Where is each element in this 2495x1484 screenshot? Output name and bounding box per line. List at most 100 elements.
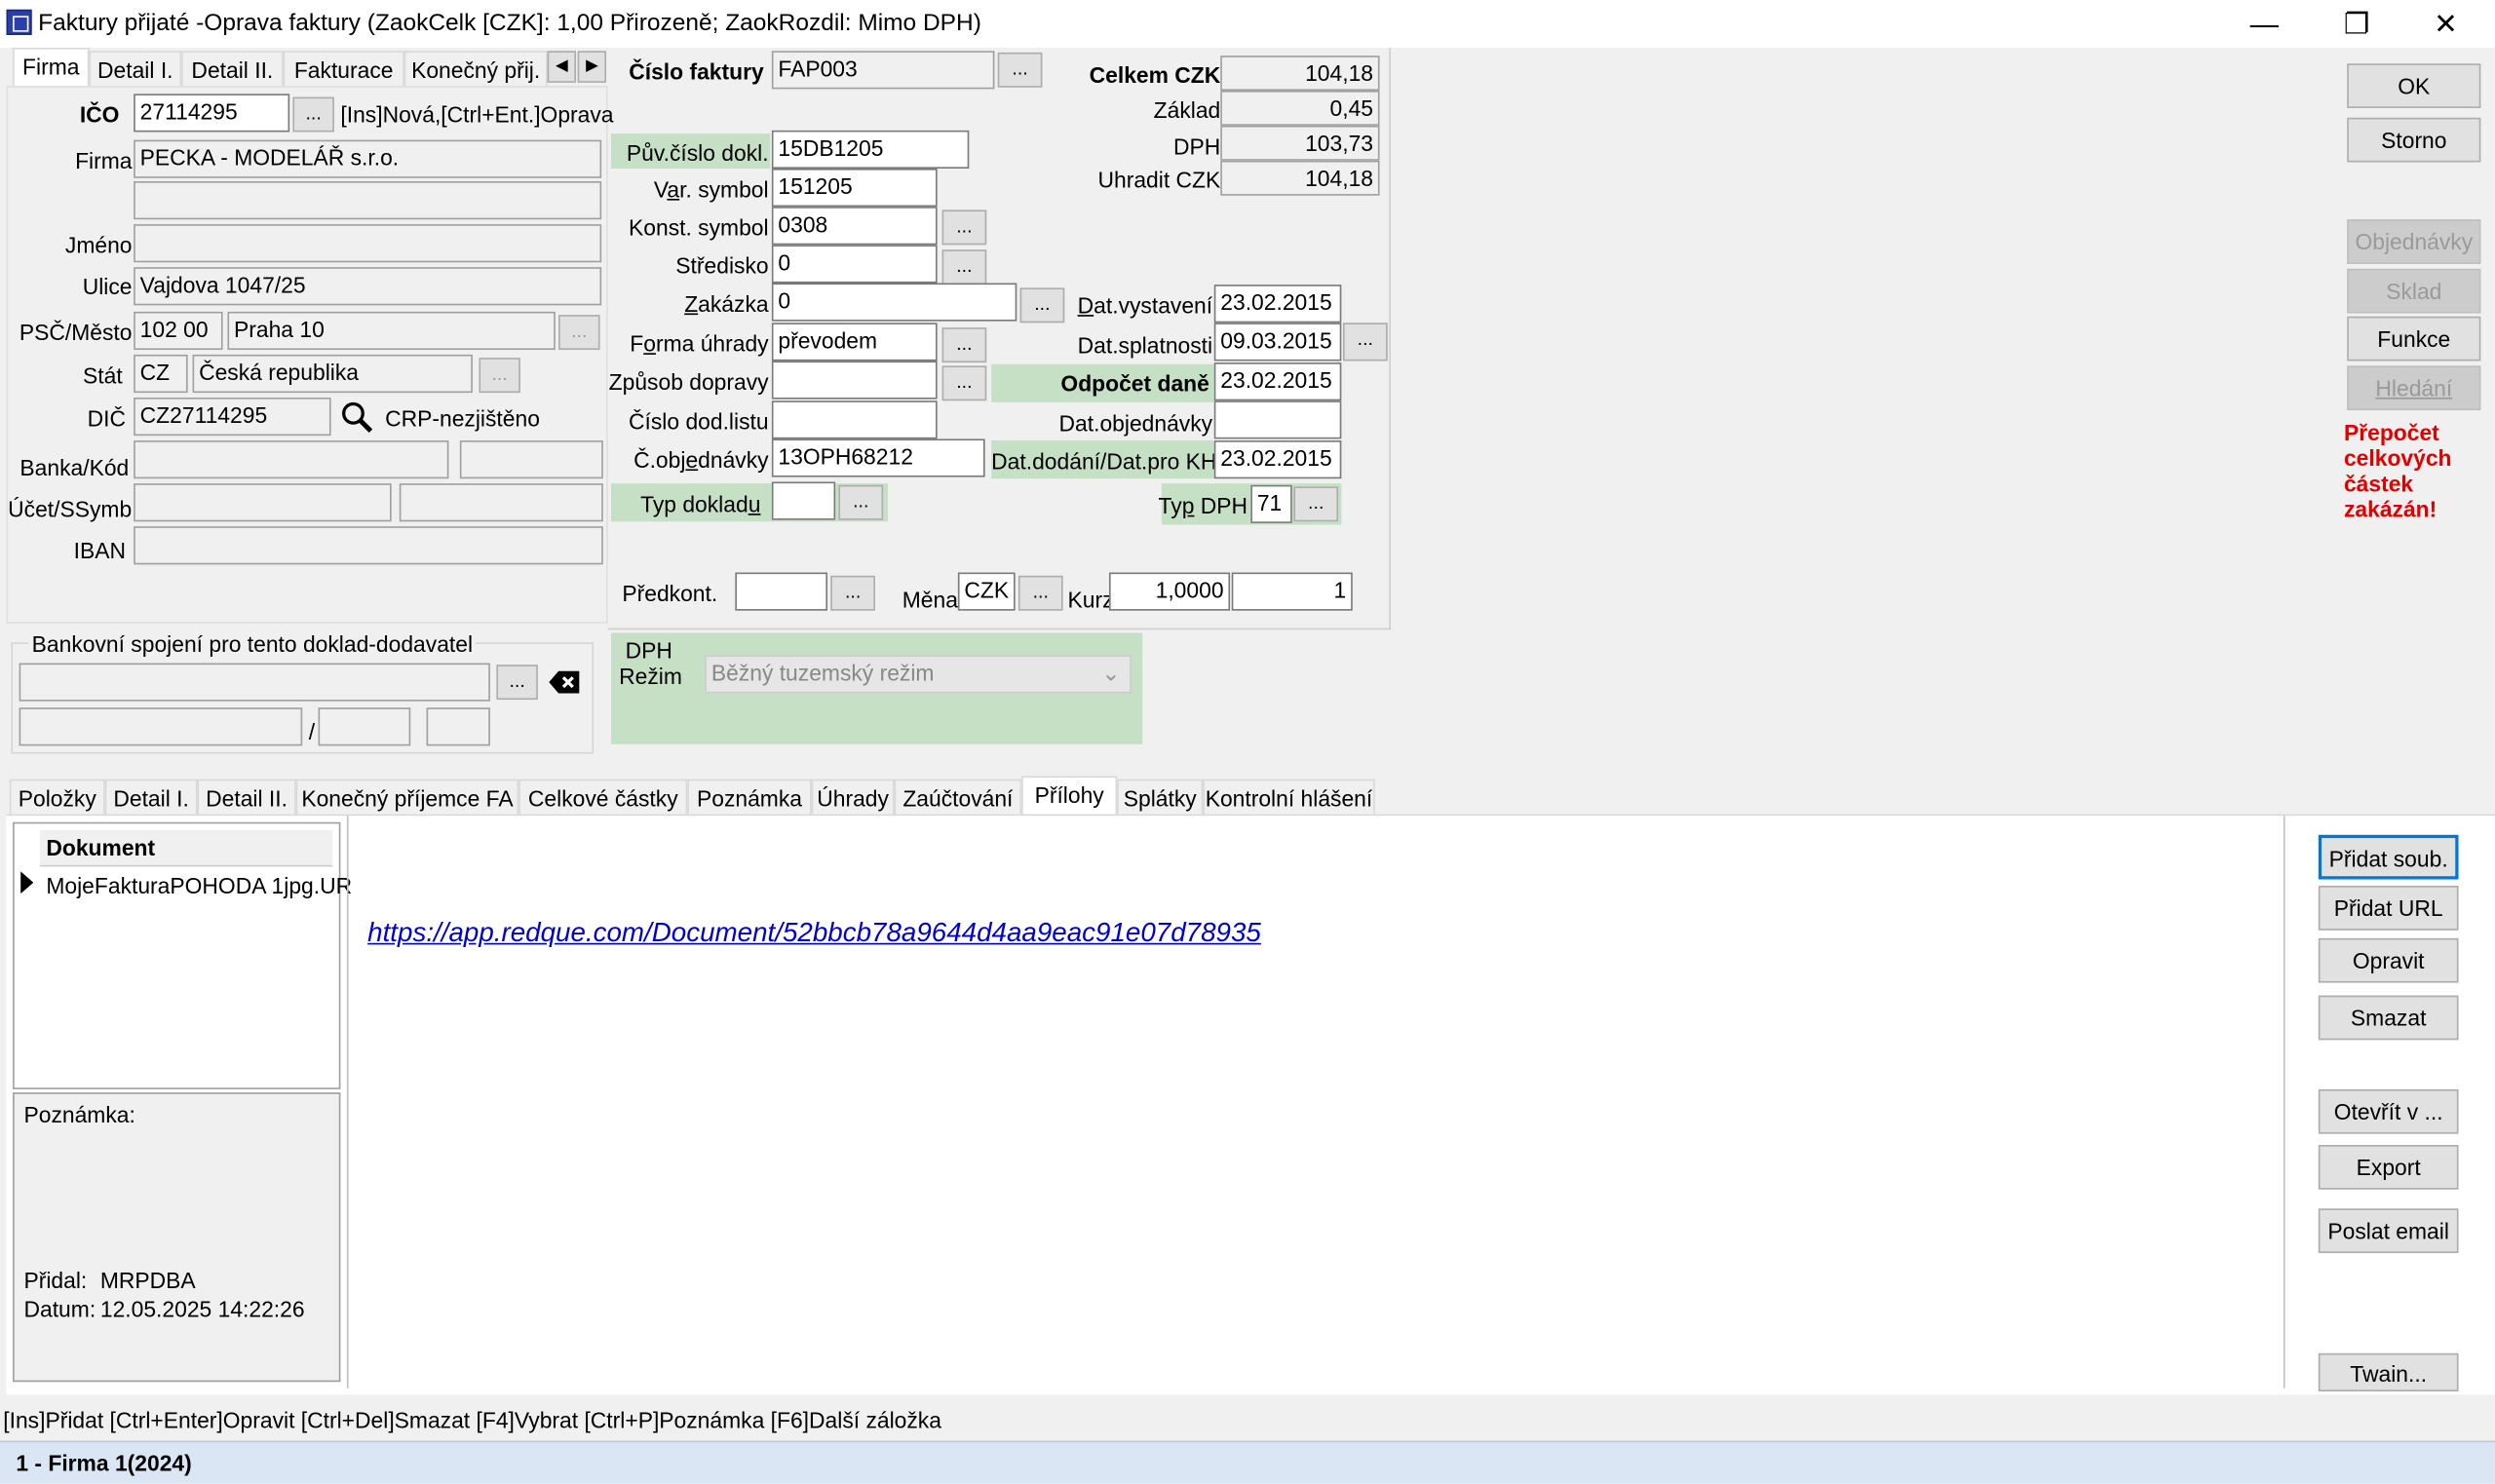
opravit-button[interactable]: Opravit <box>2318 937 2459 983</box>
tab-detail-2[interactable]: Detail II. <box>181 51 284 87</box>
rezim-select[interactable]: Běžný tuzemský režim ⌄ <box>705 655 1132 694</box>
chevron-down-icon: ⌄ <box>1101 660 1121 686</box>
mena-lookup-button[interactable]: ... <box>1017 575 1063 611</box>
preview-area: https://app.redque.com/Document/52bbcb78… <box>346 816 2285 1389</box>
predkont-lookup-button[interactable]: ... <box>830 575 875 611</box>
tab-celkove-castky[interactable]: Celkové částky <box>518 779 688 815</box>
app-icon <box>6 9 32 35</box>
dic-input[interactable]: CZ27114295 <box>134 398 331 437</box>
dat-spl-input[interactable]: 09.03.2015 <box>1213 323 1342 361</box>
tab-poznamka[interactable]: Poznámka <box>687 779 812 815</box>
kod-input[interactable] <box>459 440 603 479</box>
dat-spl-lookup-button[interactable]: ... <box>1342 323 1388 361</box>
document-row[interactable]: MojeFakturaPOHODA 1jpg.UR <box>46 871 352 899</box>
psc-input[interactable]: 102 00 <box>134 311 223 351</box>
odpocet-input[interactable]: 23.02.2015 <box>1213 362 1342 401</box>
close-button[interactable]: ✕ <box>2409 0 2482 48</box>
ucet-input[interactable] <box>134 483 392 522</box>
iban-input[interactable] <box>134 526 603 565</box>
puv-input[interactable]: 15DB1205 <box>771 130 970 169</box>
jmeno-input[interactable] <box>134 224 602 263</box>
kurz-input[interactable]: 1,0000 <box>1108 572 1231 611</box>
tab-prilohy[interactable]: Přílohy <box>1021 776 1118 815</box>
doprava-lookup-button[interactable]: ... <box>941 365 987 401</box>
tab-fakturace[interactable]: Fakturace <box>283 51 404 87</box>
stredisko-input[interactable]: 0 <box>771 245 938 284</box>
forma-input[interactable]: převodem <box>771 323 938 361</box>
storno-button[interactable]: Storno <box>2347 117 2481 163</box>
document-url-link[interactable]: https://app.redque.com/Document/52bbcb78… <box>367 918 1261 950</box>
var-input[interactable]: 151205 <box>771 168 938 208</box>
stat-code-input[interactable]: CZ <box>134 354 188 394</box>
mesto-lookup-button[interactable]: ... <box>558 315 600 351</box>
attachments-area: Dokument MojeFakturaPOHODA 1jpg.UR Pozná… <box>6 814 2495 1395</box>
bank-lookup-button[interactable]: ... <box>496 665 538 701</box>
tab-scroll-right[interactable]: ▶ <box>577 51 607 83</box>
bank-clear-icon[interactable] <box>548 667 583 696</box>
dat-vyst-input[interactable]: 23.02.2015 <box>1213 285 1342 323</box>
cislo-input[interactable]: FAP003 <box>771 51 995 90</box>
bank-code-input[interactable] <box>318 707 411 746</box>
mena-input[interactable]: CZK <box>957 572 1016 611</box>
firma-input[interactable]: PECKA - MODELÁŘ s.r.o. <box>134 139 602 178</box>
tab-konecny-prijemce[interactable]: Konečný příjemce FA <box>295 779 519 815</box>
pridat-url-button[interactable]: Přidat URL <box>2318 886 2459 931</box>
typdokl-input[interactable] <box>771 481 836 520</box>
tab-konecny-prij[interactable]: Konečný přij. <box>403 51 548 87</box>
tab-kontrolni-hlaseni[interactable]: Kontrolní hlášení <box>1203 779 1375 815</box>
konst-input[interactable]: 0308 <box>771 207 938 246</box>
tab-b-detail-2[interactable]: Detail II. <box>197 779 296 815</box>
cislo-label: Číslo faktury <box>629 58 764 85</box>
tab-zauctovani[interactable]: Zaúčtování <box>894 779 1022 815</box>
hledani-button[interactable]: Hledání <box>2347 365 2481 411</box>
ulice-input[interactable]: Vajdova 1047/25 <box>134 267 602 306</box>
tab-firma[interactable]: Firma <box>13 47 90 87</box>
ssymb-input[interactable] <box>399 483 603 522</box>
firma-input-2[interactable] <box>134 181 602 220</box>
konst-lookup-button[interactable]: ... <box>941 209 987 246</box>
document-column-header: Dokument <box>39 829 333 867</box>
bank-ssymb-input[interactable] <box>426 707 490 746</box>
pridat-soub-button[interactable]: Přidat soub. <box>2318 834 2459 880</box>
stredisko-lookup-button[interactable]: ... <box>941 249 987 285</box>
poslat-email-button[interactable]: Poslat email <box>2318 1208 2459 1254</box>
dodlist-input[interactable] <box>771 400 938 439</box>
sklad-button[interactable]: Sklad <box>2347 268 2481 314</box>
ico-lookup-button[interactable]: ... <box>292 96 334 133</box>
minimize-button[interactable]: — <box>2228 0 2301 48</box>
kurz-mnozstvi-input[interactable]: 1 <box>1231 572 1353 611</box>
stat-input[interactable]: Česká republika <box>192 354 473 394</box>
doprava-input[interactable] <box>771 361 938 400</box>
bank-number-input[interactable] <box>19 707 303 746</box>
tab-detail-1[interactable]: Detail I. <box>89 51 182 87</box>
mesto-input[interactable]: Praha 10 <box>227 311 556 351</box>
otevrit-button[interactable]: Otevřít v ... <box>2318 1088 2459 1134</box>
maximize-button[interactable]: ❐ <box>2320 0 2393 48</box>
export-button[interactable]: Export <box>2318 1145 2459 1190</box>
tab-uhrady[interactable]: Úhrady <box>811 779 895 815</box>
dat-dod-input[interactable]: 23.02.2015 <box>1213 440 1342 479</box>
dat-obj-input[interactable] <box>1213 400 1342 439</box>
banka-input[interactable] <box>134 440 449 479</box>
ok-button[interactable]: OK <box>2347 63 2481 108</box>
forma-lookup-button[interactable]: ... <box>941 327 987 363</box>
tab-scroll-left[interactable]: ◀ <box>547 51 577 83</box>
funkce-button[interactable]: Funkce <box>2347 316 2481 361</box>
ucet-label: Účet/SSymb <box>8 496 133 522</box>
ico-input[interactable]: 27114295 <box>134 94 290 133</box>
tab-polozky[interactable]: Položky <box>9 779 105 815</box>
objednavky-input[interactable]: 13OPH68212 <box>771 438 985 477</box>
typdph-input[interactable]: 71 <box>1250 484 1292 523</box>
search-icon[interactable] <box>339 400 374 435</box>
twain-button[interactable]: Twain... <box>2318 1352 2459 1391</box>
smazat-button[interactable]: Smazat <box>2318 995 2459 1041</box>
stat-lookup-button[interactable]: ... <box>479 358 520 394</box>
predkont-input[interactable] <box>735 572 828 611</box>
typdph-lookup-button[interactable]: ... <box>1293 486 1339 522</box>
typdokl-lookup-button[interactable]: ... <box>838 484 884 520</box>
tab-b-detail-1[interactable]: Detail I. <box>104 779 198 815</box>
zakazka-input[interactable]: 0 <box>771 283 1017 322</box>
tab-splatky[interactable]: Splátky <box>1117 779 1204 815</box>
objednavky-button[interactable]: Objednávky <box>2347 219 2481 264</box>
bank-account-input[interactable] <box>19 663 490 702</box>
